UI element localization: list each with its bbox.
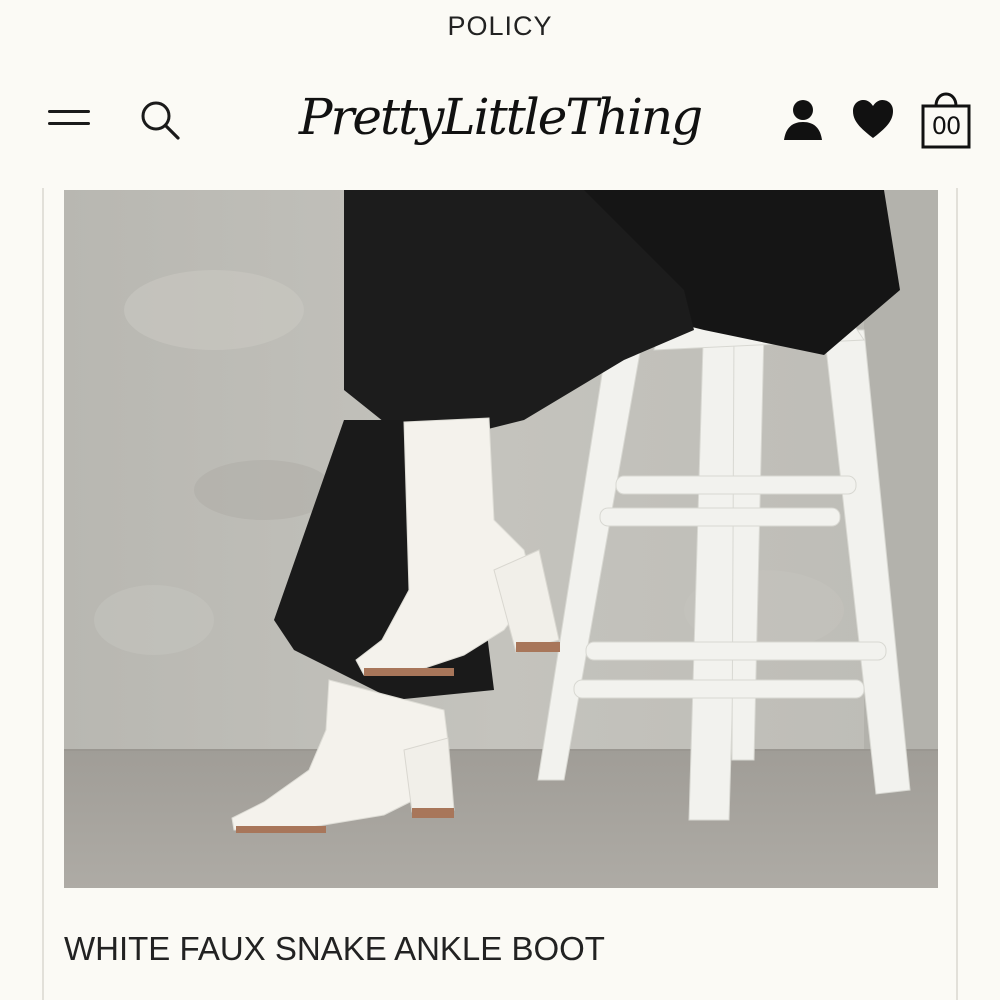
heart-icon[interactable] <box>850 96 896 142</box>
card-border-right <box>956 188 958 1000</box>
product-image[interactable] <box>64 190 938 888</box>
logo-text: PrettyLittleThing <box>298 88 703 146</box>
site-header: PrettyLittleThing 00 <box>0 52 1000 188</box>
card-border-left <box>42 188 44 1000</box>
product-title[interactable]: WHITE FAUX SNAKE ANKLE BOOT <box>64 930 944 968</box>
site-logo[interactable]: PrettyLittleThing <box>298 72 703 162</box>
hamburger-menu-icon[interactable] <box>48 106 90 128</box>
promo-banner-text: POLICY <box>447 10 553 41</box>
bag-count: 00 <box>931 112 962 140</box>
user-icon[interactable] <box>780 96 826 142</box>
search-icon[interactable] <box>136 96 184 144</box>
promo-banner[interactable]: POLICY <box>0 0 1000 52</box>
shopping-bag-icon[interactable]: 00 <box>918 90 974 150</box>
